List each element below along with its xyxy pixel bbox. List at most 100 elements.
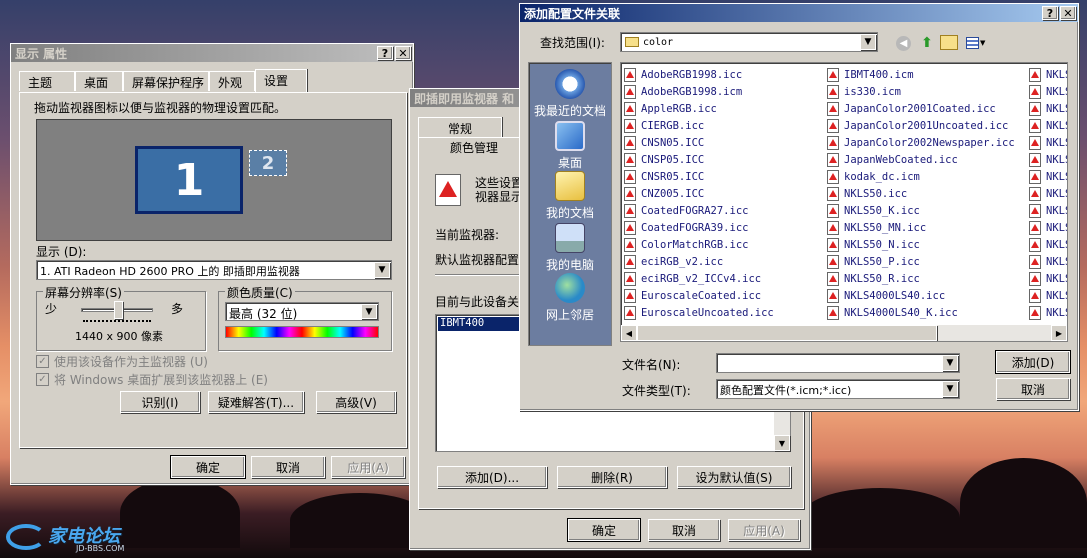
add-profile-titlebar[interactable]: 添加配置文件关联 ? ✕	[520, 4, 1078, 22]
add-profile-button[interactable]: 添加(D)...	[437, 466, 547, 488]
lookin-select[interactable]: color ▼	[620, 32, 878, 52]
resolution-slider[interactable]	[81, 301, 153, 319]
view-menu-icon[interactable]: ▼	[966, 35, 988, 51]
list-item[interactable]: IBMT400	[438, 317, 524, 331]
file-item[interactable]: NKLS4000LS40.icc	[827, 287, 1027, 304]
file-item[interactable]: NKLS	[1029, 83, 1067, 100]
up-folder-icon[interactable]: ⬆	[918, 34, 936, 52]
file-item[interactable]: eciRGB_v2_ICCv4.icc	[624, 270, 824, 287]
file-item[interactable]: JapanColor2002Newspaper.icc	[827, 134, 1027, 151]
file-item[interactable]: eciRGB_v2.icc	[624, 253, 824, 270]
file-item[interactable]: NKLS	[1029, 270, 1067, 287]
filetype-select[interactable]: 颜色配置文件(*.icm;*.icc) ▼	[716, 379, 960, 399]
close-button[interactable]: ✕	[1060, 6, 1076, 20]
place-my-documents[interactable]: 我的文档	[529, 171, 611, 221]
file-item[interactable]: NKLS	[1029, 151, 1067, 168]
chevron-down-icon[interactable]: ▼	[942, 381, 958, 397]
file-item[interactable]: JapanColor2001Coated.icc	[827, 100, 1027, 117]
cancel-button[interactable]: 取消	[648, 519, 720, 541]
primary-monitor-checkbox[interactable]: ✓ 使用该设备作为主监视器 (U)	[36, 353, 208, 370]
tab-screensaver[interactable]: 屏幕保护程序	[123, 71, 209, 91]
file-item[interactable]: AdobeRGB1998.icc	[624, 66, 824, 83]
extend-desktop-checkbox[interactable]: ✓ 将 Windows 桌面扩展到该监视器上 (E)	[36, 371, 268, 388]
chevron-down-icon[interactable]: ▼	[361, 304, 377, 319]
monitor-2[interactable]: 2	[249, 150, 287, 176]
file-item[interactable]: NKLS50_N.icc	[827, 236, 1027, 253]
display-select[interactable]: 1. ATI Radeon HD 2600 PRO 上的 即插即用监视器 ▼	[36, 260, 392, 280]
back-icon[interactable]: ◀	[896, 36, 911, 51]
tab-color-management[interactable]: 颜色管理	[432, 137, 516, 155]
file-item[interactable]: AdobeRGB1998.icm	[624, 83, 824, 100]
place-desktop[interactable]: 桌面	[529, 121, 611, 171]
chevron-down-icon[interactable]: ▼	[942, 355, 958, 371]
file-item[interactable]: CoatedFOGRA39.icc	[624, 219, 824, 236]
tab-general[interactable]: 常规	[418, 117, 502, 137]
file-item[interactable]: JapanWebCoated.icc	[827, 151, 1027, 168]
scroll-left-arrow[interactable]: ◀	[621, 325, 637, 341]
file-item[interactable]: JapanColor2001Uncoated.icc	[827, 117, 1027, 134]
delete-profile-button[interactable]: 删除(R)	[557, 466, 667, 488]
resolution-slider-thumb[interactable]	[114, 301, 123, 319]
place-network[interactable]: 网上邻居	[529, 273, 611, 323]
chevron-down-icon[interactable]: ▼	[374, 262, 390, 278]
place-my-computer[interactable]: 我的电脑	[529, 223, 611, 273]
set-default-button[interactable]: 设为默认值(S)	[677, 466, 791, 488]
file-item[interactable]: EuroscaleCoated.icc	[624, 287, 824, 304]
file-item[interactable]: NKLS50_MN.icc	[827, 219, 1027, 236]
add-button[interactable]: 添加(D)	[995, 350, 1071, 374]
file-item[interactable]: NKLS	[1029, 287, 1067, 304]
cancel-button[interactable]: 取消	[996, 378, 1070, 400]
display-properties-titlebar[interactable]: 显示 属性 ? ✕	[11, 44, 413, 62]
tab-desktop[interactable]: 桌面	[75, 71, 123, 91]
apply-button[interactable]: 应用(A)	[331, 456, 405, 478]
file-item[interactable]: is330.icm	[827, 83, 1027, 100]
file-item[interactable]: CoatedFOGRA27.icc	[624, 202, 824, 219]
file-item[interactable]: NKLS	[1029, 66, 1067, 83]
troubleshoot-button[interactable]: 疑难解答(T)...	[208, 391, 304, 413]
help-button[interactable]: ?	[377, 46, 393, 60]
ok-button[interactable]: 确定	[170, 455, 246, 479]
file-item[interactable]: CNZ005.ICC	[624, 185, 824, 202]
advanced-button[interactable]: 高级(V)	[316, 391, 396, 413]
file-item[interactable]: NKLS	[1029, 100, 1067, 117]
scroll-down-arrow[interactable]: ▼	[774, 435, 790, 451]
file-item[interactable]: ColorMatchRGB.icc	[624, 236, 824, 253]
tab-themes[interactable]: 主题	[19, 71, 75, 91]
file-item[interactable]: NKLS	[1029, 202, 1067, 219]
file-list[interactable]: AdobeRGB1998.icc AdobeRGB1998.icm AppleRGB…	[620, 62, 1068, 342]
file-item[interactable]: NKLS4000LS40_K.icc	[827, 304, 1027, 321]
file-item[interactable]: CIERGB.icc	[624, 117, 824, 134]
file-item[interactable]: NKLS	[1029, 253, 1067, 270]
file-item[interactable]: NKLS	[1029, 185, 1067, 202]
scroll-right-arrow[interactable]: ▶	[1051, 325, 1067, 341]
filename-input[interactable]: ▼	[716, 353, 960, 373]
file-item[interactable]: NKLS	[1029, 236, 1067, 253]
file-item[interactable]: CNSN05.ICC	[624, 134, 824, 151]
file-item[interactable]: kodak_dc.icm	[827, 168, 1027, 185]
horizontal-scrollbar[interactable]: ◀ ▶	[621, 325, 1067, 341]
file-item[interactable]: NKLS50_R.icc	[827, 270, 1027, 287]
file-item[interactable]: NKLS	[1029, 168, 1067, 185]
new-folder-icon[interactable]	[940, 35, 958, 50]
help-button[interactable]: ?	[1042, 6, 1058, 20]
cancel-button[interactable]: 取消	[251, 456, 325, 478]
monitor-1[interactable]: 1	[135, 146, 243, 214]
tab-settings[interactable]: 设置	[255, 69, 307, 92]
file-item[interactable]: NKLS50.icc	[827, 185, 1027, 202]
scroll-thumb[interactable]	[637, 325, 937, 341]
file-item[interactable]: NKLS50_K.icc	[827, 202, 1027, 219]
file-item[interactable]: AppleRGB.icc	[624, 100, 824, 117]
ok-button[interactable]: 确定	[567, 518, 641, 542]
identify-button[interactable]: 识别(I)	[120, 391, 200, 413]
apply-button[interactable]: 应用(A)	[728, 519, 800, 541]
chevron-down-icon[interactable]: ▼	[860, 34, 876, 50]
place-recent[interactable]: 我最近的文档	[529, 69, 611, 119]
file-item[interactable]: IBMT400.icm	[827, 66, 1027, 83]
file-item[interactable]: CNSR05.ICC	[624, 168, 824, 185]
tab-appearance[interactable]: 外观	[209, 71, 255, 91]
file-item[interactable]: NKLS	[1029, 219, 1067, 236]
close-button[interactable]: ✕	[395, 46, 411, 60]
file-item[interactable]: NKLS	[1029, 117, 1067, 134]
file-item[interactable]: CNSP05.ICC	[624, 151, 824, 168]
color-quality-select[interactable]: 最高 (32 位) ▼	[225, 302, 379, 321]
